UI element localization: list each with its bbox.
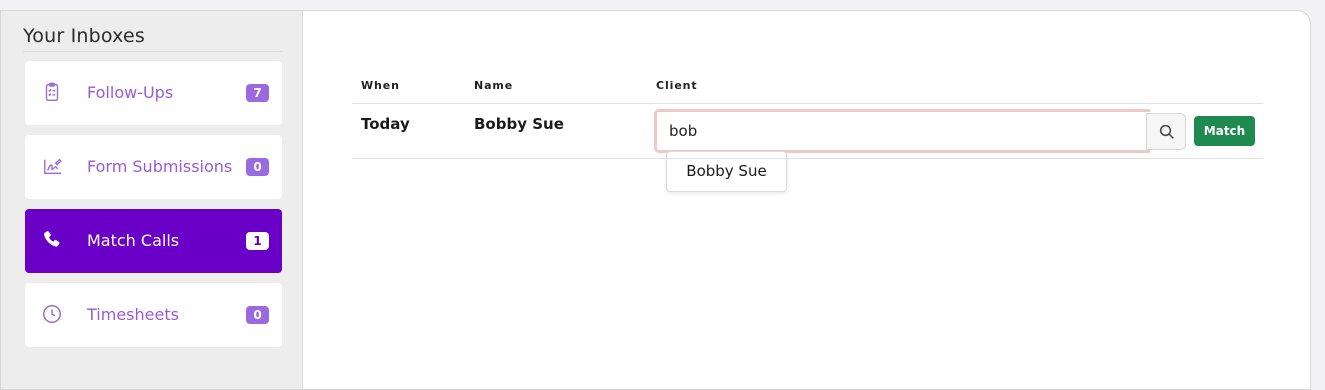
count-badge: 0 (246, 158, 269, 176)
column-header-when: When (361, 79, 400, 92)
table-header-divider (352, 103, 1263, 104)
table-row-divider (352, 158, 1263, 159)
sidebar-item-label: Match Calls (87, 231, 180, 250)
sidebar-title: Your Inboxes (23, 25, 145, 47)
signature-icon (41, 155, 65, 179)
match-calls-panel: When Name Client Today Bobby Sue Match B… (304, 11, 1310, 389)
clock-icon (41, 303, 65, 327)
column-header-client: Client (656, 79, 698, 92)
app-frame: Your Inboxes Follow-Ups 7 Form Submissio… (0, 10, 1311, 390)
client-search-button[interactable] (1146, 113, 1186, 150)
search-icon (1159, 124, 1174, 139)
sidebar: Your Inboxes Follow-Ups 7 Form Submissio… (1, 11, 303, 389)
sidebar-item-match-calls[interactable]: Match Calls 1 (25, 209, 282, 273)
clipboard-list-icon (41, 81, 65, 105)
sidebar-item-label: Form Submissions (87, 157, 233, 176)
count-badge: 1 (246, 232, 269, 250)
count-badge: 0 (246, 306, 269, 324)
phone-icon (41, 229, 65, 253)
client-search-input[interactable] (654, 109, 1150, 153)
sidebar-item-label: Follow-Ups (87, 83, 174, 102)
column-header-name: Name (474, 79, 514, 92)
sidebar-divider (23, 51, 282, 52)
sidebar-item-form-submissions[interactable]: Form Submissions 0 (25, 135, 282, 199)
sidebar-item-timesheets[interactable]: Timesheets 0 (25, 283, 282, 347)
sidebar-item-label: Timesheets (87, 305, 179, 324)
match-button[interactable]: Match (1194, 116, 1255, 146)
count-badge: 7 (246, 84, 269, 102)
sidebar-item-follow-ups[interactable]: Follow-Ups 7 (25, 61, 282, 125)
cell-when: Today (361, 115, 410, 133)
cell-name: Bobby Sue (474, 115, 564, 133)
